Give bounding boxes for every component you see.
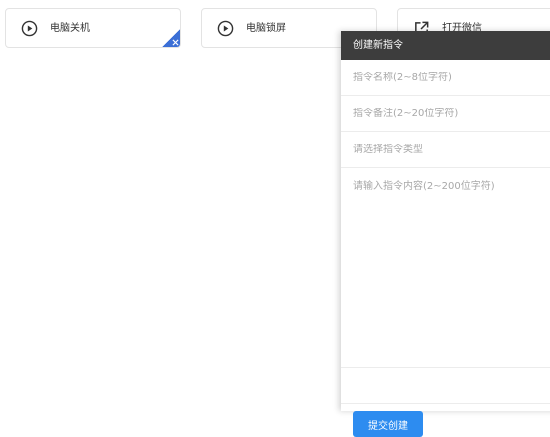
play-circle-icon: [21, 20, 38, 37]
play-circle-icon: [217, 20, 234, 37]
command-type-select[interactable]: [353, 144, 543, 155]
command-content-textarea[interactable]: [353, 177, 543, 357]
command-name-input[interactable]: [353, 72, 543, 83]
submit-button[interactable]: 提交创建: [353, 411, 423, 437]
corner-tag: [162, 29, 180, 47]
divider: [341, 403, 550, 404]
content-field: [341, 168, 550, 368]
card-label: 电脑关机: [50, 23, 90, 34]
command-note-input[interactable]: [353, 108, 543, 119]
close-icon: [172, 39, 179, 46]
create-command-drawer: 创建新指令 提交创建: [341, 31, 550, 437]
command-card-shutdown[interactable]: 电脑关机: [5, 8, 181, 48]
drawer-title: 创建新指令: [341, 31, 550, 60]
note-field: [341, 96, 550, 132]
name-field: [341, 60, 550, 96]
card-label: 电脑锁屏: [246, 23, 286, 34]
type-field[interactable]: [341, 132, 550, 168]
